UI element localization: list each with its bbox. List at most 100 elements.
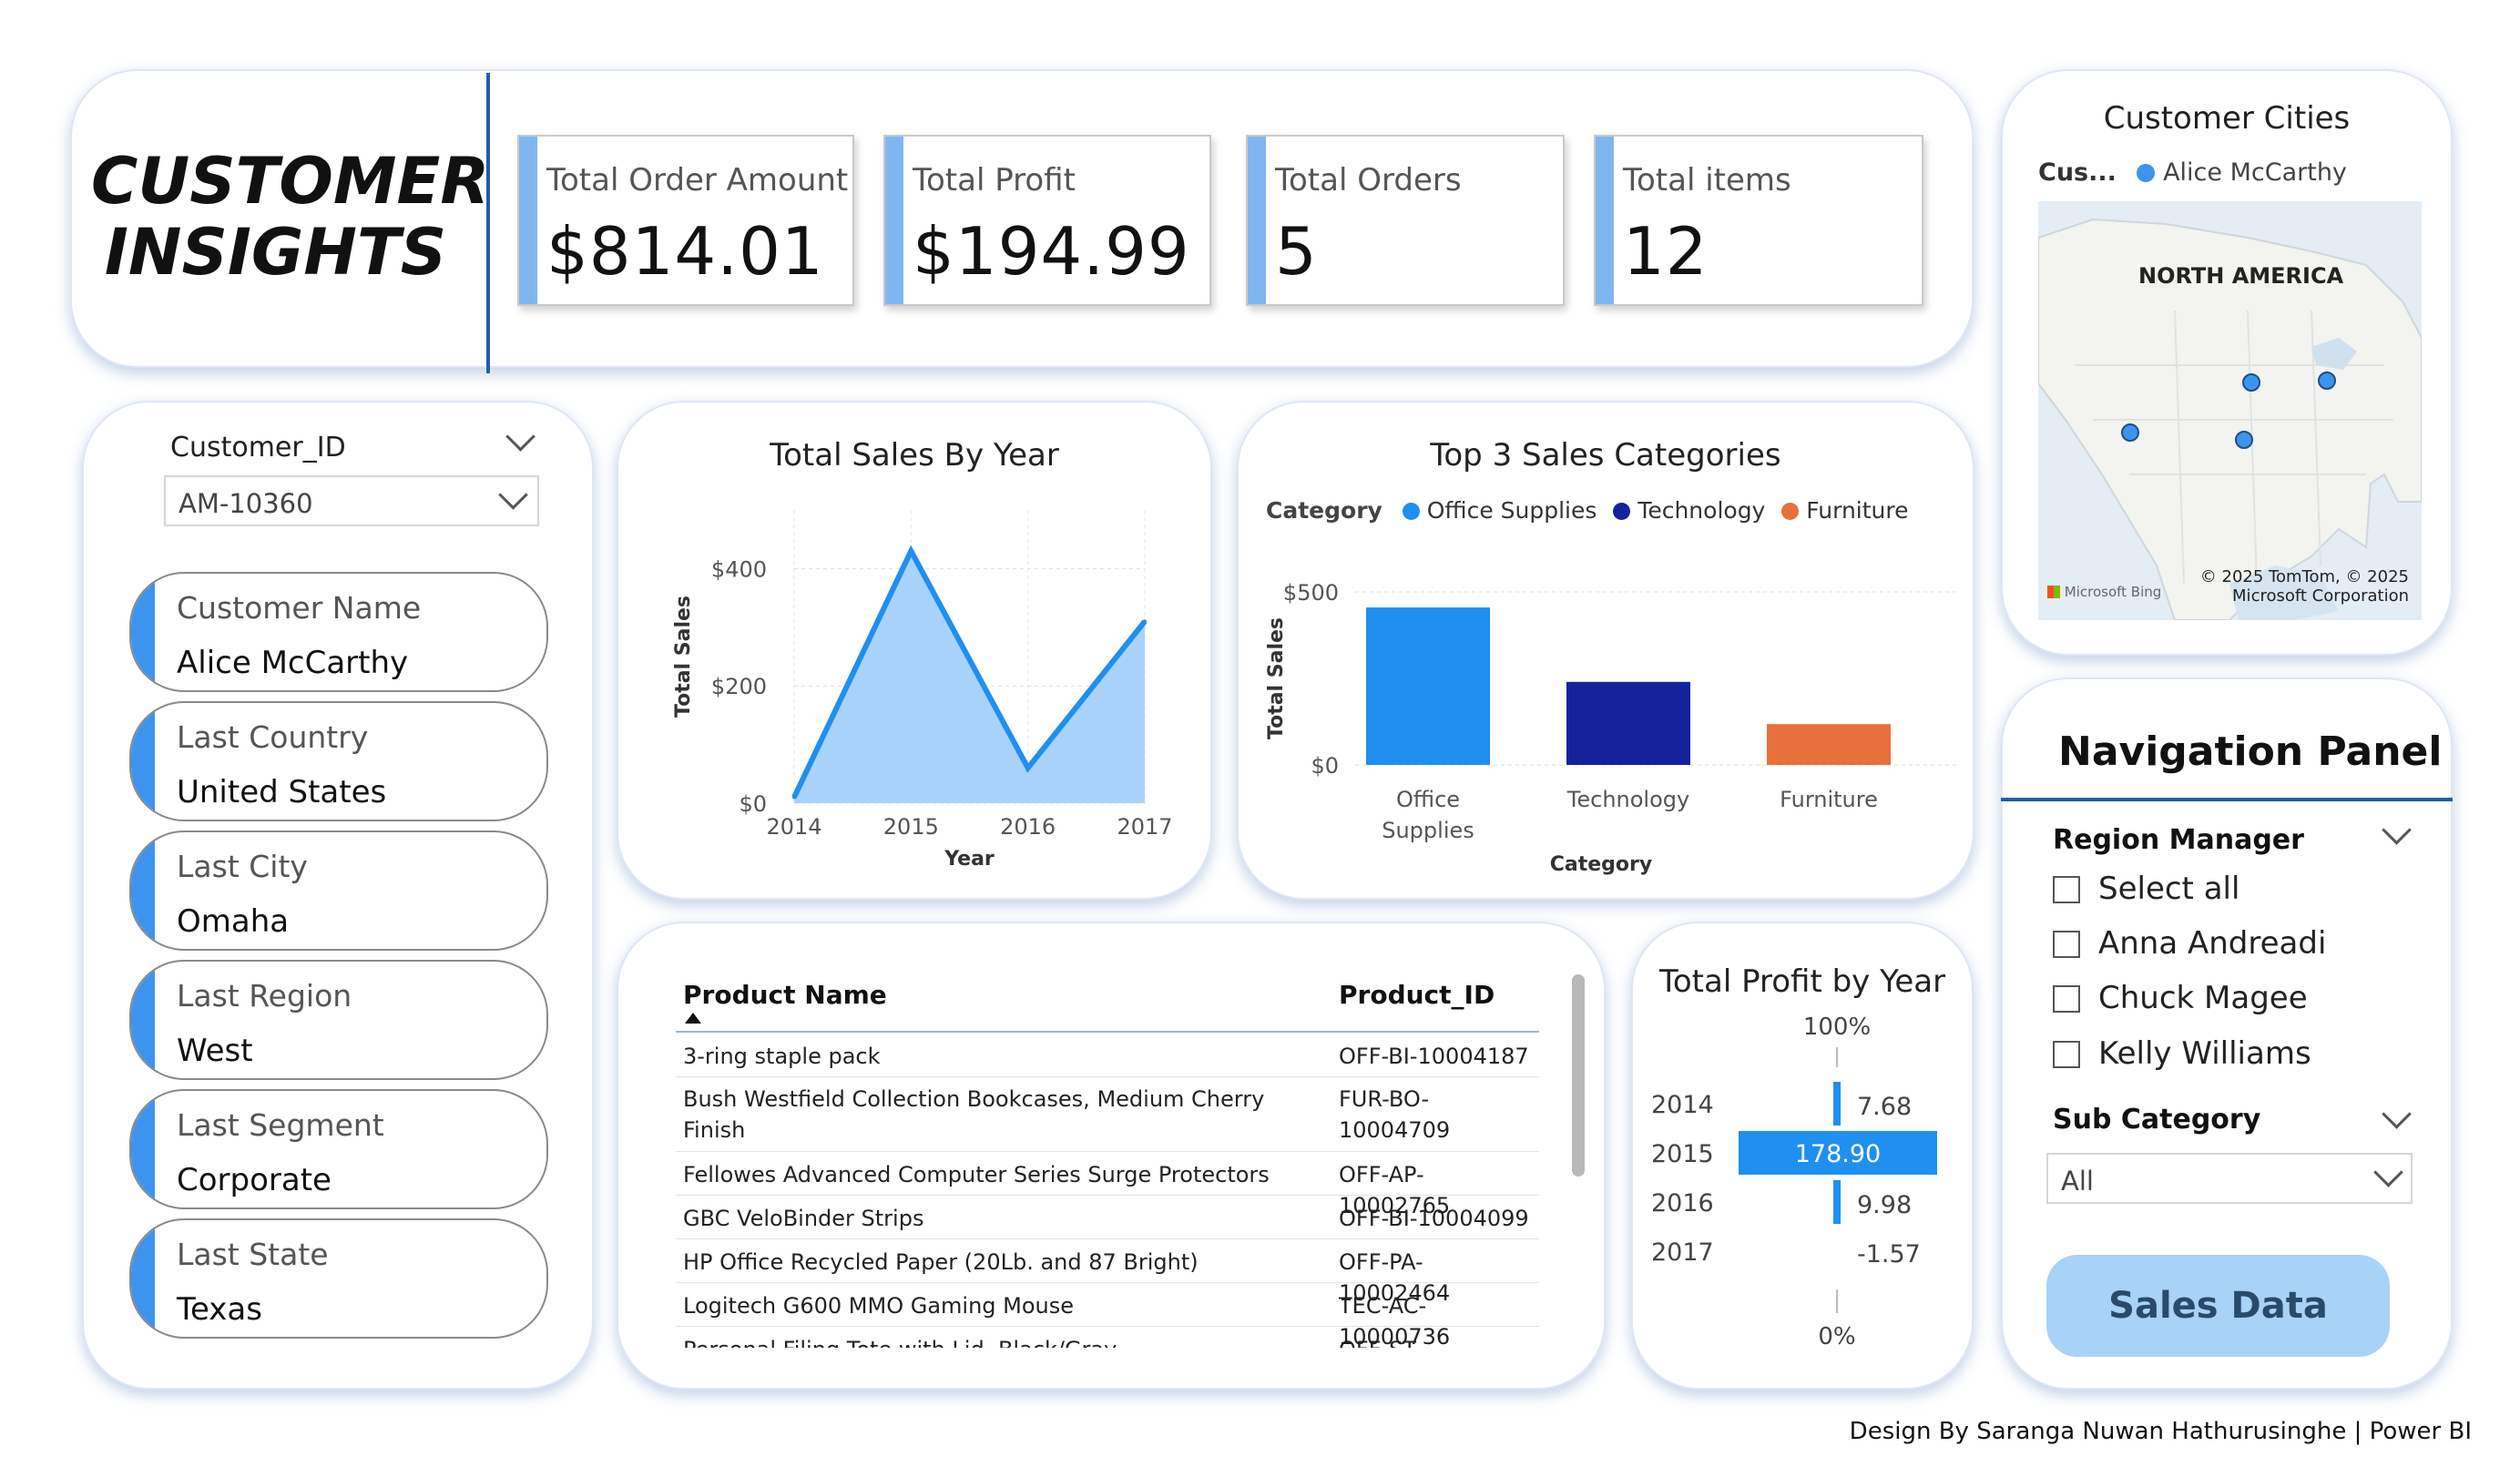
cell-product-id: FUR-BO-10004709 [1339, 1084, 1466, 1146]
table-row[interactable]: GBC VeloBinder Strips OFF-BI-10004099 [676, 1195, 1539, 1239]
field-last-segment: Last Segment Corporate [129, 1089, 548, 1209]
map-legend-entry: Alice McCarthy [2163, 158, 2347, 187]
table-row[interactable]: HP Office Recycled Paper (20Lb. and 87 B… [676, 1238, 1539, 1306]
legend-dot-icon [2137, 164, 2156, 182]
field-value: Alice McCarthy [177, 645, 409, 681]
field-label: Last Segment [177, 1107, 384, 1143]
top-categories-title: Top 3 Sales Categories [1430, 437, 1781, 474]
pill-accent [131, 962, 155, 1078]
table-row[interactable]: Personal Filing Tote with Lid, Black/Gra… [676, 1326, 1539, 1348]
table-row[interactable]: Fellowes Advanced Computer Series Surge … [676, 1151, 1539, 1218]
kpi-total-items: Total items 12 [1594, 135, 1923, 306]
field-value: Omaha [177, 903, 290, 940]
data-point [1143, 619, 1147, 624]
sales-data-button[interactable]: Sales Data [2046, 1255, 2390, 1357]
map-point [2121, 423, 2139, 442]
kpi-total-orders: Total Orders 5 [1246, 135, 1565, 306]
map-point [2235, 431, 2253, 449]
field-label: Last Country [177, 719, 369, 755]
field-value: Corporate [177, 1162, 332, 1198]
x-tick-label: Furniture [1780, 787, 1878, 812]
cell-product-name: HP Office Recycled Paper (20Lb. and 87 B… [683, 1249, 1199, 1275]
table-scrollbar[interactable] [1572, 974, 1585, 1177]
customer-id-select[interactable]: AM-10360 [164, 475, 539, 526]
x-tick-label: Technology [1566, 787, 1689, 812]
top-categories-chart: $0 $500 Office Supplies Technology Furniture C… [1265, 580, 1956, 876]
field-customer-name: Customer Name Alice McCarthy [129, 572, 548, 692]
legend-office-supplies: Office Supplies [1426, 497, 1597, 524]
kpi-value: $194.99 [913, 213, 1190, 290]
x-tick-label: Office [1396, 787, 1460, 812]
option-select-all[interactable]: Select all [2098, 871, 2239, 907]
legend-title: Category [1266, 497, 1382, 524]
kpi-accent [519, 137, 537, 304]
category-legend: Category Office Supplies Technology Furn… [1266, 497, 1909, 524]
table-row[interactable]: 3-ring staple pack OFF-BI-10004187 [676, 1033, 1539, 1077]
option-kelly-williams[interactable]: Kelly Williams [2098, 1035, 2311, 1072]
checkbox-chuck-magee[interactable] [2053, 985, 2080, 1013]
top-label: 100% [1803, 1014, 1871, 1041]
kpi-value: 5 [1275, 213, 1318, 290]
bar [1566, 681, 1690, 765]
nav-title: Navigation Panel [2058, 728, 2443, 775]
sort-ascending-icon[interactable] [685, 1013, 701, 1024]
region-manager-title: Region Manager [2053, 824, 2304, 856]
kpi-label: Total Orders [1275, 162, 1462, 199]
x-tick-label: 2016 [1000, 814, 1056, 840]
option-anna-andreadi[interactable]: Anna Andreadi [2098, 925, 2326, 962]
data-label: 9.98 [1857, 1191, 1912, 1219]
footer-credit: Design By Saranga Nuwan Hathurusinghe | … [1849, 1418, 2472, 1445]
bar [1767, 724, 1891, 765]
sales-by-year-chart: $0 $200 $400 2014 2015 2016 2017 Year Total Sale… [672, 510, 1173, 871]
kpi-accent [1596, 137, 1614, 304]
column-header-product-name[interactable]: Product Name [683, 980, 887, 1010]
sub-category-select[interactable]: All [2046, 1153, 2413, 1204]
cell-product-name: Personal Filing Tote with Lid, Black/Gra… [683, 1334, 1311, 1348]
map-point [2242, 373, 2260, 392]
kpi-total-profit: Total Profit $194.99 [883, 135, 1211, 306]
table-row[interactable]: Logitech G600 MMO Gaming Mouse TEC-AC-10… [676, 1282, 1539, 1348]
field-last-city: Last City Omaha [129, 830, 548, 951]
kpi-label: Total items [1623, 162, 1791, 199]
y-tick-label: 2017 [1651, 1238, 1714, 1267]
chevron-down-icon [2373, 1157, 2403, 1187]
cell-product-id: OFF-ST-10001328 [1339, 1334, 1530, 1348]
legend-technology: Technology [1637, 497, 1766, 524]
option-chuck-magee[interactable]: Chuck Magee [2098, 980, 2308, 1016]
field-label: Last Region [177, 978, 352, 1014]
checkbox-kelly-williams[interactable] [2053, 1041, 2080, 1068]
pill-accent [131, 703, 155, 820]
x-tick-label: Supplies [1382, 818, 1474, 843]
kpi-value: $814.01 [546, 213, 824, 290]
cell-product-name: Bush Westfield Collection Bookcases, Med… [683, 1086, 1265, 1143]
field-value: West [177, 1033, 253, 1069]
pill-accent [131, 832, 155, 949]
map-title: Customer Cities [2103, 100, 2351, 137]
table-viewport: 3-ring staple pack OFF-BI-10004187 Bush … [676, 1033, 1539, 1348]
field-label: Last State [177, 1237, 329, 1272]
map-region-label: NORTH AMERICA [2138, 263, 2344, 289]
legend-furniture: Furniture [1806, 497, 1909, 524]
map-canvas[interactable]: NORTH AMERICA © 2025 TomTom, © 2025 Micr… [2038, 201, 2422, 620]
data-label: 7.68 [1857, 1093, 1912, 1121]
header-divider [486, 73, 490, 373]
field-value: Texas [177, 1291, 262, 1328]
checkbox-anna-andreadi[interactable] [2053, 931, 2080, 958]
column-header-product-id[interactable]: Product_ID [1339, 980, 1495, 1010]
customer-id-label: Customer_ID [170, 432, 346, 464]
x-tick-label: 2014 [766, 814, 821, 840]
sales-by-year-title: Total Sales By Year [770, 437, 1059, 474]
page-title: CUSTOMER INSIGHTS [91, 146, 489, 288]
map-provider: Microsoft Bing [2047, 584, 2161, 600]
y-tick-label: 2016 [1651, 1189, 1714, 1218]
y-axis-label: Total Sales [672, 596, 695, 718]
map-provider-label: Microsoft Bing [2064, 584, 2162, 600]
nav-title-underline [2001, 798, 2453, 801]
y-tick-label: $0 [1311, 753, 1339, 779]
field-last-state: Last State Texas [129, 1218, 548, 1339]
map-legend-key: Cus... [2038, 158, 2117, 187]
checkbox-select-all[interactable] [2053, 876, 2080, 903]
cell-product-name: 3-ring staple pack [683, 1044, 881, 1069]
table-row[interactable]: Bush Westfield Collection Bookcases, Med… [676, 1076, 1539, 1152]
data-label: 178.90 [1795, 1140, 1881, 1168]
